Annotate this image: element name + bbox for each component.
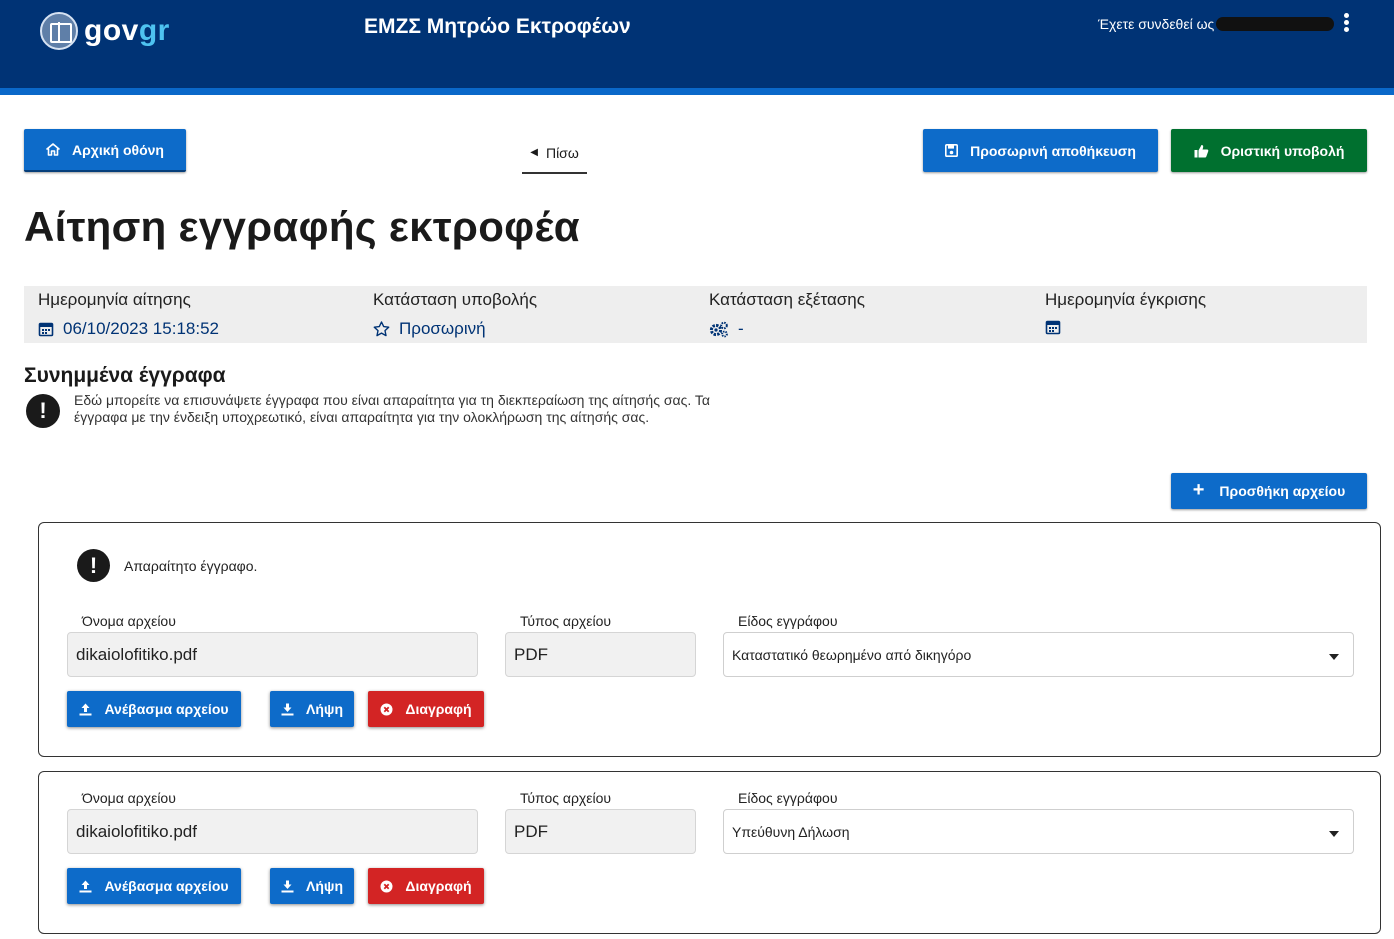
review-status-column: Κατάσταση εξέτασης - xyxy=(709,290,865,339)
plus-icon: + xyxy=(1192,478,1205,501)
file-name-field[interactable]: dikaiolofitiko.pdf xyxy=(67,632,478,677)
delete-button[interactable]: Διαγραφή xyxy=(368,691,484,727)
file-name-field[interactable]: dikaiolofitiko.pdf xyxy=(67,809,478,854)
logo-gov-text: gov xyxy=(84,14,139,47)
application-date: 06/10/2023 15:18:52 xyxy=(38,319,219,339)
document-kind-selected: Καταστατικό θεωρημένο από δικηγόρο xyxy=(732,646,972,663)
upload-file-button[interactable]: Ανέβασμα αρχείου xyxy=(67,691,241,727)
upload-button-label: Ανέβασμα αρχείου xyxy=(104,701,229,717)
top-header: govgr ΕΜΖΣ Μητρώο Εκτροφέων Έχετε συνδεθ… xyxy=(0,0,1394,88)
upload-button-label: Ανέβασμα αρχείου xyxy=(104,878,229,894)
required-document-text: Απαραίτητο έγγραφο. xyxy=(124,557,258,574)
exclamation-circle-icon: ! xyxy=(26,394,60,428)
application-date-column: Ημερομηνία αίτησης 06/10/2023 15:18:52 xyxy=(38,290,219,339)
add-file-button-label: Προσθήκη αρχείου xyxy=(1219,483,1346,499)
final-submit-button[interactable]: Οριστική υποβολή xyxy=(1171,129,1367,172)
document-kind-label: Είδος εγγράφου xyxy=(738,790,838,806)
review-status: - xyxy=(709,319,865,339)
submission-status-value: Προσωρινή xyxy=(399,319,486,338)
floppy-disk-icon xyxy=(945,144,959,157)
document-card-1: ! Απαραίτητο έγγραφο. Όνομα αρχείου dika… xyxy=(38,522,1381,757)
download-button-label: Λήψη xyxy=(306,878,343,894)
submit-button-label: Οριστική υποβολή xyxy=(1220,142,1345,159)
redacted-username xyxy=(1216,17,1335,31)
file-name-label: Όνομα αρχείου xyxy=(82,790,176,806)
submission-status: Προσωρινή xyxy=(373,319,537,339)
file-type-label: Τύπος αρχείου xyxy=(520,613,612,629)
application-info-panel: Ημερομηνία αίτησης 06/10/2023 15:18:52 Κ… xyxy=(24,286,1367,343)
upload-icon xyxy=(79,880,92,893)
approval-date-column: Ημερομηνία έγκρισης xyxy=(1045,290,1206,335)
chevron-left-icon: ◀ xyxy=(530,147,538,158)
application-date-value: 06/10/2023 15:18:52 xyxy=(63,319,219,338)
download-icon xyxy=(281,703,294,716)
exclamation-circle-icon: ! xyxy=(77,549,110,582)
back-link[interactable]: ◀ Πίσω xyxy=(522,141,587,174)
add-file-button[interactable]: + Προσθήκη αρχείου xyxy=(1171,473,1367,509)
document-kind-label: Είδος εγγράφου xyxy=(738,613,838,629)
kebab-menu-icon[interactable] xyxy=(1342,13,1350,35)
greek-emblem-icon xyxy=(40,12,78,50)
upload-file-button[interactable]: Ανέβασμα αρχείου xyxy=(67,868,241,904)
header-stripe xyxy=(0,88,1394,95)
file-type-field[interactable]: PDF xyxy=(505,632,696,677)
review-status-value: - xyxy=(738,319,744,338)
home-button-label: Αρχική οθόνη xyxy=(72,141,164,158)
download-icon xyxy=(281,880,294,893)
app-title: ΕΜΖΣ Μητρώο Εκτροφέων xyxy=(364,15,631,38)
caret-down-icon xyxy=(1329,654,1339,660)
thumbs-up-icon xyxy=(1194,144,1209,158)
delete-button[interactable]: Διαγραφή xyxy=(368,868,484,904)
close-circle-icon xyxy=(380,703,393,716)
review-status-label: Κατάσταση εξέτασης xyxy=(709,290,865,309)
document-kind-selected: Υπεύθυνη Δήλωση xyxy=(732,823,850,840)
delete-button-label: Διαγραφή xyxy=(405,878,472,894)
submission-status-label: Κατάσταση υποβολής xyxy=(373,290,538,309)
file-name-label: Όνομα αρχείου xyxy=(82,613,176,629)
temporary-save-button[interactable]: Προσωρινή αποθήκευση xyxy=(923,129,1158,172)
home-icon xyxy=(46,143,60,156)
govgr-wordmark: govgr xyxy=(84,14,170,48)
download-button[interactable]: Λήψη xyxy=(270,868,354,904)
back-link-label: Πίσω xyxy=(545,145,579,161)
document-kind-select[interactable]: Καταστατικό θεωρημένο από δικηγόρο xyxy=(723,632,1354,677)
home-button[interactable]: Αρχική οθόνη xyxy=(24,129,186,172)
attachments-title: Συνημμένα έγγραφα xyxy=(24,364,226,387)
save-button-label: Προσωρινή αποθήκευση xyxy=(970,142,1136,159)
required-document-notice: ! Απαραίτητο έγγραφο. xyxy=(77,549,257,582)
calendar-icon xyxy=(38,321,54,337)
document-card-2: Όνομα αρχείου dikaiolofitiko.pdf Τύπος α… xyxy=(38,771,1381,934)
submission-status-column: Κατάσταση υποβολής Προσωρινή xyxy=(373,290,537,339)
approval-date-label: Ημερομηνία έγκρισης xyxy=(1045,290,1207,309)
approval-date xyxy=(1045,319,1206,335)
close-circle-icon xyxy=(380,880,393,893)
file-type-label: Τύπος αρχείου xyxy=(520,790,612,806)
application-date-label: Ημερομηνία αίτησης xyxy=(38,290,191,309)
file-type-field[interactable]: PDF xyxy=(505,809,696,854)
delete-button-label: Διαγραφή xyxy=(405,701,472,717)
page-title: Αίτηση εγγραφής εκτροφέα xyxy=(24,203,580,250)
govgr-logo[interactable]: govgr xyxy=(40,12,170,50)
attachments-note: Εδώ μπορείτε να επισυνάψετε έγγραφα που … xyxy=(74,392,710,425)
caret-down-icon xyxy=(1329,831,1339,837)
upload-icon xyxy=(79,703,92,716)
download-button-label: Λήψη xyxy=(306,701,343,717)
download-button[interactable]: Λήψη xyxy=(270,691,354,727)
document-kind-select[interactable]: Υπεύθυνη Δήλωση xyxy=(723,809,1354,854)
logo-gr-text: gr xyxy=(138,14,170,47)
gears-icon xyxy=(709,321,729,338)
user-info: Έχετε συνδεθεί ως xyxy=(1098,16,1335,32)
star-outline-icon xyxy=(373,321,390,337)
calendar-icon xyxy=(1045,319,1061,335)
logged-in-label: Έχετε συνδεθεί ως xyxy=(1098,16,1215,32)
